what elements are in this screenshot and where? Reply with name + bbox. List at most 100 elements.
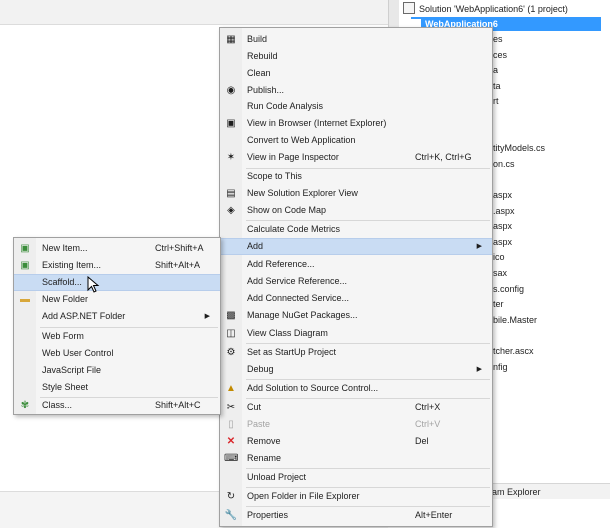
submenu-class-label: Class...	[42, 400, 73, 410]
submenu-class-shortcut: Shift+Alt+C	[155, 400, 201, 410]
menu-item-remove[interactable]: ✕ Remove Del	[220, 433, 492, 450]
menu-item-view-page-inspector-label: View in Page Inspector	[247, 152, 339, 162]
menu-item-clean[interactable]: Clean	[220, 65, 492, 82]
submenu-item-scaffold[interactable]: Scaffold...	[14, 274, 220, 291]
menu-item-add-service-reference[interactable]: Add Service Reference...	[220, 273, 492, 290]
solution-tree-item[interactable]: rt	[493, 94, 499, 108]
solution-tree-item[interactable]: aspx	[493, 235, 512, 249]
inspector-icon: ✶	[226, 152, 236, 163]
menu-item-remove-label: Remove	[247, 436, 281, 446]
solution-tree-item[interactable]: ter	[493, 297, 504, 311]
menu-item-code-map-label: Show on Code Map	[247, 205, 327, 215]
submenu-new-folder-label: New Folder	[42, 294, 89, 304]
add-submenu: ▣ New Item... Ctrl+Shift+A ▣ Existing It…	[13, 237, 221, 415]
package-icon: ▩	[226, 310, 236, 321]
menu-item-properties-label: Properties	[247, 510, 289, 520]
code-map-icon: ◈	[227, 205, 235, 216]
menu-item-paste[interactable]: ▯ Paste Ctrl+V	[220, 416, 492, 433]
solution-tree-item[interactable]: on.cs	[493, 157, 515, 171]
menu-item-add-to-source-control[interactable]: ▲ Add Solution to Source Control...	[220, 380, 492, 397]
project-context-menu: ▦ Build Rebuild Clean ◉ Publish... Run C…	[219, 27, 493, 527]
menu-item-scope-to-this[interactable]: Scope to This	[220, 168, 492, 185]
menu-item-set-startup-project[interactable]: ⚙ Set as StartUp Project	[220, 344, 492, 361]
submenu-item-web-user-control[interactable]: Web User Control	[14, 345, 220, 362]
browser-icon: ▣	[226, 118, 236, 129]
menu-item-remove-shortcut: Del	[415, 436, 429, 446]
menu-item-open-folder[interactable]: ↻ Open Folder in File Explorer	[220, 488, 492, 505]
menu-item-view-in-browser[interactable]: ▣ View in Browser (Internet Explorer)	[220, 115, 492, 132]
solution-tree-item[interactable]: bile.Master	[493, 313, 537, 327]
menu-item-publish[interactable]: ◉ Publish...	[220, 82, 492, 99]
submenu-item-web-form[interactable]: Web Form	[14, 328, 220, 345]
submenu-web-form-label: Web Form	[42, 331, 84, 341]
menu-item-cut-label: Cut	[247, 402, 262, 412]
source-control-icon: ▲	[226, 383, 236, 394]
menu-item-add[interactable]: Add ▶	[220, 238, 492, 255]
menu-item-add-connected-service[interactable]: Add Connected Service...	[220, 290, 492, 307]
submenu-item-style-sheet[interactable]: Style Sheet	[14, 379, 220, 396]
solution-tree-item[interactable]: aspx	[493, 188, 512, 202]
submenu-item-existing-item[interactable]: ▣ Existing Item... Shift+Alt+A	[14, 257, 220, 274]
scissors-icon: ✂	[226, 402, 236, 413]
solution-node[interactable]: Solution 'WebApplication6' (1 project)	[403, 2, 568, 16]
menu-item-rebuild[interactable]: Rebuild	[220, 48, 492, 65]
menu-item-rebuild-label: Rebuild	[247, 51, 278, 61]
solution-label: Solution 'WebApplication6' (1 project)	[419, 4, 568, 14]
submenu-item-new-item[interactable]: ▣ New Item... Ctrl+Shift+A	[14, 240, 220, 257]
solution-tree-item[interactable]: es	[493, 32, 503, 46]
diagram-icon: ◫	[226, 328, 236, 339]
menu-item-rename[interactable]: ⌨ Rename	[220, 450, 492, 467]
submenu-scaffold-label: Scaffold...	[42, 277, 82, 287]
menu-item-new-solution-explorer-view[interactable]: ▤ New Solution Explorer View	[220, 185, 492, 202]
menu-item-add-service-reference-label: Add Service Reference...	[247, 276, 348, 286]
solution-tree-item[interactable]: s.config	[493, 282, 524, 296]
solution-tree-item[interactable]: ta	[493, 79, 501, 93]
solution-tree-item[interactable]: tcher.ascx	[493, 344, 534, 358]
menu-item-calculate-code-metrics[interactable]: Calculate Code Metrics	[220, 221, 492, 238]
menu-item-build[interactable]: ▦ Build	[220, 31, 492, 48]
menu-item-convert-web-app[interactable]: Convert to Web Application	[220, 132, 492, 149]
menu-item-unload-project[interactable]: Unload Project	[220, 469, 492, 486]
menu-item-view-in-browser-label: View in Browser (Internet Explorer)	[247, 118, 387, 128]
solution-tree-item[interactable]: a	[493, 63, 498, 77]
menu-item-cut[interactable]: ✂ Cut Ctrl+X	[220, 399, 492, 416]
submenu-item-class[interactable]: ✾ Class... Shift+Alt+C	[14, 397, 220, 414]
solution-tree-item[interactable]: sax	[493, 266, 507, 280]
solution-tree-item[interactable]: nfig	[493, 360, 508, 374]
menu-item-manage-nuget[interactable]: ▩ Manage NuGet Packages...	[220, 307, 492, 324]
mouse-pointer-icon	[87, 276, 100, 293]
menu-item-run-code-analysis-label: Run Code Analysis	[247, 101, 324, 111]
menu-item-debug-label: Debug	[247, 364, 274, 374]
menu-item-run-code-analysis[interactable]: Run Code Analysis	[220, 98, 492, 115]
menu-item-build-label: Build	[247, 34, 268, 44]
existing-item-icon: ▣	[20, 260, 30, 271]
submenu-item-new-folder[interactable]: ▬ New Folder	[14, 291, 220, 308]
menu-item-cut-shortcut: Ctrl+X	[415, 402, 441, 412]
menu-item-properties-shortcut: Alt+Enter	[415, 510, 453, 520]
solution-tree-item[interactable]: aspx	[493, 219, 512, 233]
solution-tree-item[interactable]: tityModels.cs	[493, 141, 545, 155]
menu-item-scope-label: Scope to This	[247, 171, 302, 181]
submenu-existing-item-shortcut: Shift+Alt+A	[155, 260, 201, 270]
submenu-item-javascript-file[interactable]: JavaScript File	[14, 362, 220, 379]
rename-icon: ⌨	[224, 453, 239, 464]
menu-item-view-class-diagram[interactable]: ◫ View Class Diagram	[220, 325, 492, 342]
menu-item-set-startup-label: Set as StartUp Project	[247, 347, 337, 357]
solution-tree-item[interactable]: ico	[493, 250, 505, 264]
menu-item-debug[interactable]: Debug ▶	[220, 361, 492, 378]
submenu-item-add-aspnet-folder[interactable]: Add ASP.NET Folder ▶	[14, 308, 220, 325]
menu-item-show-on-code-map[interactable]: ◈ Show on Code Map	[220, 202, 492, 219]
solution-tree-item[interactable]: ces	[493, 48, 507, 62]
x-icon: ✕	[226, 436, 236, 447]
menu-item-add-reference[interactable]: Add Reference...	[220, 256, 492, 273]
menu-item-unload-label: Unload Project	[247, 472, 307, 482]
menu-item-class-diagram-label: View Class Diagram	[247, 328, 328, 338]
submenu-new-item-label: New Item...	[42, 243, 88, 253]
menu-item-view-page-inspector[interactable]: ✶ View in Page Inspector Ctrl+K, Ctrl+G	[220, 149, 492, 166]
solution-tree-item[interactable]: .aspx	[493, 204, 515, 218]
menu-item-properties[interactable]: 🔧 Properties Alt+Enter	[220, 507, 492, 524]
submenu-style-sheet-label: Style Sheet	[42, 382, 89, 392]
build-icon: ▦	[226, 34, 236, 45]
submenu-javascript-file-label: JavaScript File	[42, 365, 102, 375]
submenu-arrow-icon: ▶	[476, 243, 482, 250]
